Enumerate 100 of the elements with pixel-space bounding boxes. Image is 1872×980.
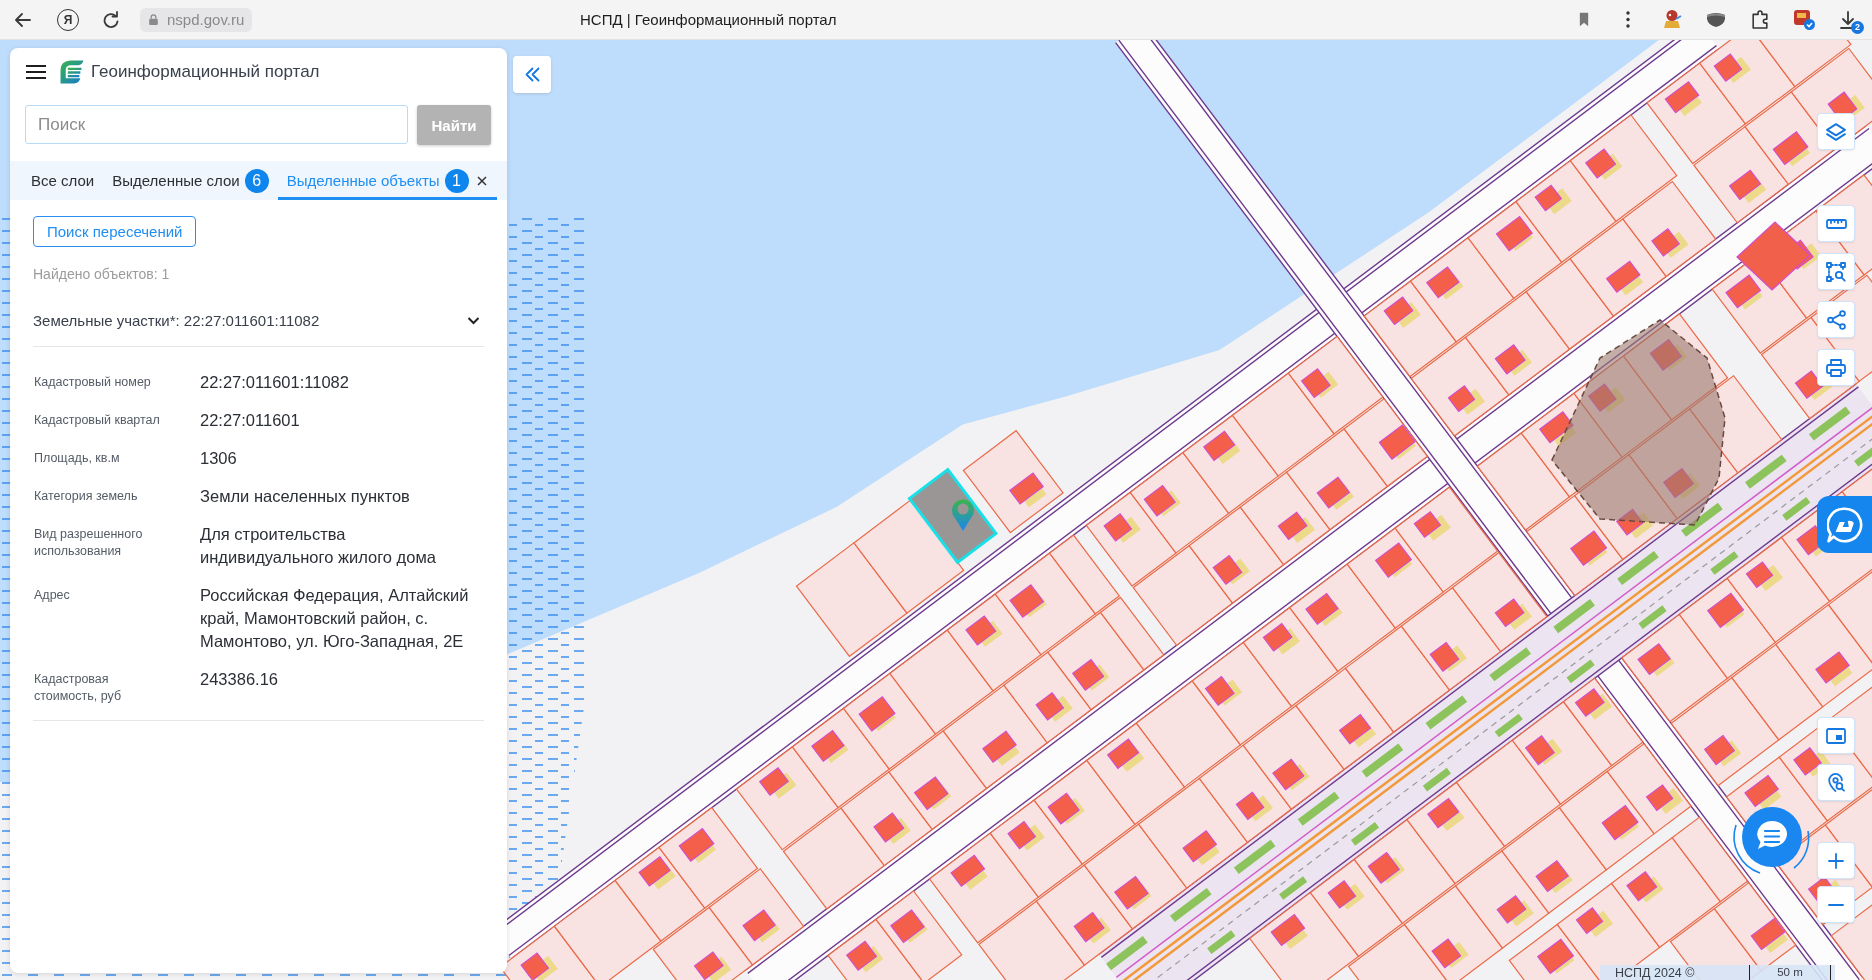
search-field[interactable]: Поиск bbox=[25, 105, 408, 144]
property-label: Кадастровый квартал bbox=[34, 412, 161, 429]
layers-icon bbox=[1826, 122, 1846, 141]
app-title: Геоинформационный портал bbox=[91, 62, 320, 82]
print-button[interactable] bbox=[1817, 349, 1855, 386]
house bbox=[1277, 511, 1315, 543]
kebab-menu-icon bbox=[1626, 11, 1630, 28]
tab[interactable]: Выделенные слои 6 bbox=[103, 161, 278, 200]
printer-icon bbox=[1826, 358, 1846, 377]
accordion-header[interactable]: Земельные участки*: 22:27:011601:11082 bbox=[33, 300, 484, 346]
house bbox=[1202, 430, 1241, 464]
property-value: 243386.16 bbox=[200, 669, 279, 690]
house bbox=[1327, 880, 1365, 910]
zoom-in-button[interactable] bbox=[1817, 842, 1855, 879]
frame-icon bbox=[1826, 727, 1846, 744]
house bbox=[1494, 598, 1532, 630]
tab[interactable]: Все слои bbox=[22, 161, 104, 200]
intersection-search-button[interactable]: Поиск пересечений bbox=[33, 216, 197, 247]
scale-bar: 50 m bbox=[1749, 965, 1831, 980]
side-tab-button[interactable] bbox=[1817, 496, 1872, 553]
ruler-button[interactable] bbox=[1817, 205, 1855, 242]
house bbox=[1649, 338, 1687, 371]
house bbox=[1035, 691, 1073, 722]
share-icon bbox=[1826, 309, 1846, 330]
download-icon bbox=[1840, 10, 1856, 29]
attribution-text: НСПД 2024 © bbox=[1615, 965, 1695, 980]
house bbox=[1745, 561, 1784, 591]
house bbox=[1426, 266, 1464, 300]
house bbox=[1615, 508, 1654, 539]
house bbox=[1300, 367, 1339, 399]
count-badge: 6 bbox=[244, 168, 269, 193]
property-value: Российская Федерация, Алтайский край, Мамонтовский район, с. Мамонтово, ул. Юго-Западная, 2Е bbox=[200, 585, 470, 652]
house bbox=[1383, 296, 1421, 328]
share-button[interactable] bbox=[1817, 301, 1855, 338]
house bbox=[1534, 184, 1572, 215]
lock-icon bbox=[148, 13, 159, 26]
house bbox=[520, 952, 558, 980]
puzzle-icon bbox=[1752, 10, 1768, 29]
layers-button[interactable] bbox=[1817, 113, 1855, 150]
map-pin-icon bbox=[952, 499, 974, 531]
property-label: Площадь, кв.м bbox=[34, 450, 121, 467]
house bbox=[1626, 871, 1664, 903]
downloads-button[interactable]: 2 bbox=[1834, 5, 1862, 34]
house bbox=[1703, 734, 1742, 767]
property-value: 22:27:011601:11082 bbox=[200, 372, 350, 393]
map-bubble-icon bbox=[1826, 506, 1863, 543]
bookmark-icon bbox=[1579, 12, 1589, 27]
area-select-button[interactable] bbox=[1817, 253, 1855, 290]
close-icon[interactable] bbox=[476, 175, 487, 186]
ruler-icon bbox=[1825, 218, 1847, 229]
property-label: Категория земель bbox=[34, 488, 139, 505]
house bbox=[1447, 385, 1486, 415]
house bbox=[1047, 792, 1085, 825]
house bbox=[965, 615, 1003, 647]
frame-button[interactable] bbox=[1817, 717, 1855, 754]
house bbox=[1262, 622, 1300, 655]
house bbox=[873, 812, 911, 844]
check-badge-icon bbox=[1793, 9, 1815, 30]
count-badge: 2 bbox=[1851, 20, 1864, 34]
house bbox=[1584, 148, 1623, 180]
property-label: Вид разрешенного использования bbox=[34, 526, 144, 560]
area-search-icon bbox=[1826, 261, 1846, 282]
back-arrow-icon bbox=[15, 12, 31, 27]
house bbox=[1204, 675, 1243, 707]
house bbox=[1103, 513, 1141, 543]
reload-icon bbox=[103, 11, 119, 28]
logo-icon bbox=[60, 60, 84, 84]
property-value: Земли населенных пунктов bbox=[200, 486, 411, 507]
location-search-icon bbox=[1827, 773, 1845, 792]
house bbox=[1305, 592, 1343, 627]
menu-button[interactable] bbox=[26, 64, 46, 80]
house bbox=[1429, 641, 1467, 672]
house bbox=[845, 940, 884, 973]
house bbox=[1071, 658, 1110, 691]
location-search-button[interactable] bbox=[1817, 764, 1855, 801]
zoom-out-icon bbox=[1828, 903, 1844, 906]
property-value: 1306 bbox=[200, 448, 238, 469]
hamburger-icon bbox=[26, 65, 46, 79]
house bbox=[758, 766, 797, 799]
house bbox=[1212, 554, 1250, 586]
tab[interactable]: Выделенные объекты 1 bbox=[277, 161, 497, 200]
collapse-panel-button[interactable] bbox=[513, 56, 551, 93]
house bbox=[742, 909, 780, 943]
results-count: Найдено объектов: 1 bbox=[33, 266, 170, 282]
count-badge: 1 bbox=[444, 168, 469, 193]
house bbox=[1587, 383, 1626, 414]
zoom-out-button[interactable] bbox=[1817, 886, 1855, 923]
house bbox=[1413, 510, 1451, 541]
house bbox=[1637, 642, 1675, 677]
helmet-icon bbox=[1706, 11, 1726, 28]
house bbox=[1645, 784, 1684, 814]
house bbox=[811, 729, 849, 763]
house bbox=[1338, 713, 1377, 748]
house bbox=[1713, 53, 1751, 83]
property-label: Кадастровая стоимость, руб bbox=[34, 671, 123, 705]
house bbox=[1524, 735, 1563, 766]
property-label: Адрес bbox=[34, 587, 71, 604]
page-title: НСПД | Геоинформационный портал bbox=[580, 11, 837, 28]
address-field[interactable]: nspd.gov.ru bbox=[140, 7, 253, 32]
house bbox=[1235, 791, 1273, 822]
